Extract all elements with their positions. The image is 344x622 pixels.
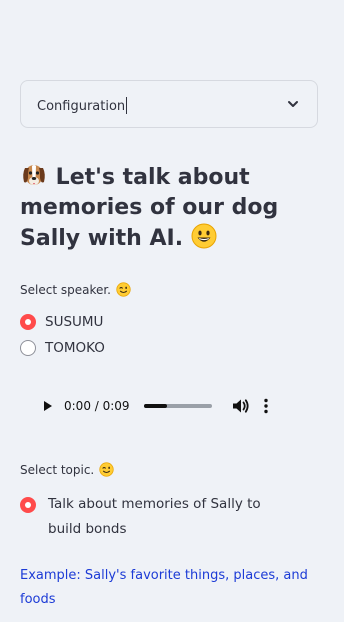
topic-option-label[interactable]: Talk about memories of Sally to build bo… — [48, 492, 298, 542]
header-corner-mark: ‘‘ — [317, 0, 328, 9]
audio-time: 0:00 / 0:09 — [64, 399, 130, 413]
speaker-option-tomoko[interactable]: TOMOKO — [20, 340, 105, 356]
speaker-label: Select speaker. — [20, 282, 131, 297]
more-vert-icon[interactable] — [263, 398, 268, 414]
radio-unselected-icon[interactable] — [20, 340, 36, 356]
volume-icon[interactable] — [232, 398, 250, 414]
speaker-option-label: SUSUMU — [45, 314, 104, 330]
speaker-label-text: Select speaker. — [20, 282, 111, 297]
page-title-text: Let's talk about memories of our dog Sal… — [20, 165, 279, 251]
dog-face-icon — [23, 165, 45, 185]
radio-selected-icon[interactable] — [20, 314, 36, 330]
audio-progress-fill — [143, 404, 168, 408]
configuration-select[interactable]: Configuration — [20, 80, 318, 128]
speaker-option-susumu[interactable]: SUSUMU — [20, 314, 103, 330]
winking-face-icon — [99, 462, 114, 477]
play-icon[interactable] — [44, 401, 52, 411]
audio-progress-track[interactable] — [143, 404, 212, 408]
select-value-wrap: Configuration — [37, 95, 128, 114]
topic-label-text: Select topic. — [20, 462, 95, 477]
app-page: ‘‘ Configuration Let's talk about memori… — [0, 0, 344, 622]
chevron-down-icon[interactable] — [287, 99, 299, 109]
radio-selected-icon[interactable] — [20, 497, 36, 513]
text-cursor — [126, 96, 128, 114]
winking-face-icon — [116, 282, 131, 297]
configuration-select-value: Configuration — [37, 98, 126, 114]
audio-player[interactable]: 0:00 / 0:09 — [20, 382, 318, 430]
example-hint: Example: Sally's favorite things, places… — [20, 568, 308, 607]
grinning-face-icon — [191, 223, 217, 249]
topic-option-sally-memories[interactable] — [20, 497, 36, 513]
topic-label: Select topic. — [20, 462, 114, 477]
page-title: Let's talk about memories of our dog Sal… — [20, 160, 320, 254]
speaker-option-label: TOMOKO — [45, 340, 105, 356]
